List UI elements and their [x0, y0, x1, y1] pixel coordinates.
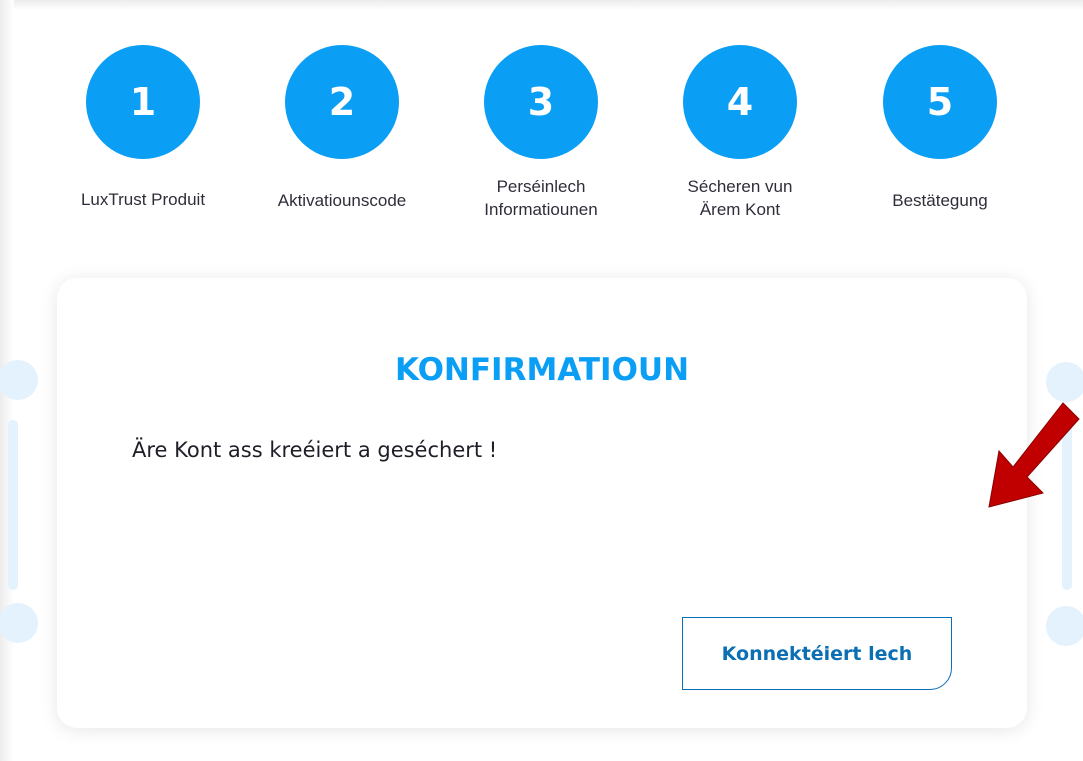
step-3-label: Perséinlech Informatiounen: [451, 175, 631, 221]
step-2: 2 Aktivatiounscode: [252, 45, 432, 210]
red-arrow-icon: [988, 402, 1080, 508]
decor-blob-left-bottom: [0, 603, 38, 643]
card-message: Äre Kont ass kreéiert a geséchert !: [132, 438, 498, 462]
step-3: 3 Perséinlech Informatiounen: [451, 45, 631, 219]
step-4-label-line2: Ärem Kont: [699, 200, 781, 219]
step-1-circle: 1: [86, 45, 200, 159]
step-4-label-line1: Sécheren vun: [687, 177, 793, 196]
decor-blob-right-bottom: [1046, 606, 1083, 646]
step-4-label: Sécheren vun Ärem Kont: [650, 175, 830, 221]
decor-bar-left: [8, 420, 18, 590]
step-1: 1 LuxTrust Produit: [53, 45, 233, 209]
step-3-label-line1: Perséinlech: [496, 177, 586, 196]
step-5-circle: 5: [883, 45, 997, 159]
connect-button[interactable]: Konnektéiert lech: [682, 617, 952, 690]
step-5-label: Bestätegung: [850, 189, 1030, 212]
step-3-circle: 3: [484, 45, 598, 159]
decor-blob-left-top: [0, 360, 38, 400]
step-2-label-line1: Aktivatiounscode: [277, 191, 407, 210]
step-2-circle: 2: [285, 45, 399, 159]
step-4-circle: 4: [683, 45, 797, 159]
step-5: 5 Bestätegung: [850, 45, 1030, 210]
step-2-label: Aktivatiounscode: [252, 189, 432, 212]
step-1-label-line1: LuxTrust Produit: [80, 190, 206, 209]
step-3-label-line2: Informatiounen: [484, 200, 598, 219]
top-edge-shadow: [0, 0, 1083, 10]
page: 1 LuxTrust Produit 2 Aktivatiounscode 3 …: [0, 0, 1083, 761]
step-5-label-line1: Bestätegung: [892, 191, 988, 210]
card-title: KONFIRMATIOUN: [394, 352, 690, 388]
step-1-label: LuxTrust Produit: [53, 188, 233, 211]
confirmation-card: KONFIRMATIOUN Äre Kont ass kreéiert a ge…: [57, 278, 1027, 728]
step-4: 4 Sécheren vun Ärem Kont: [650, 45, 830, 219]
